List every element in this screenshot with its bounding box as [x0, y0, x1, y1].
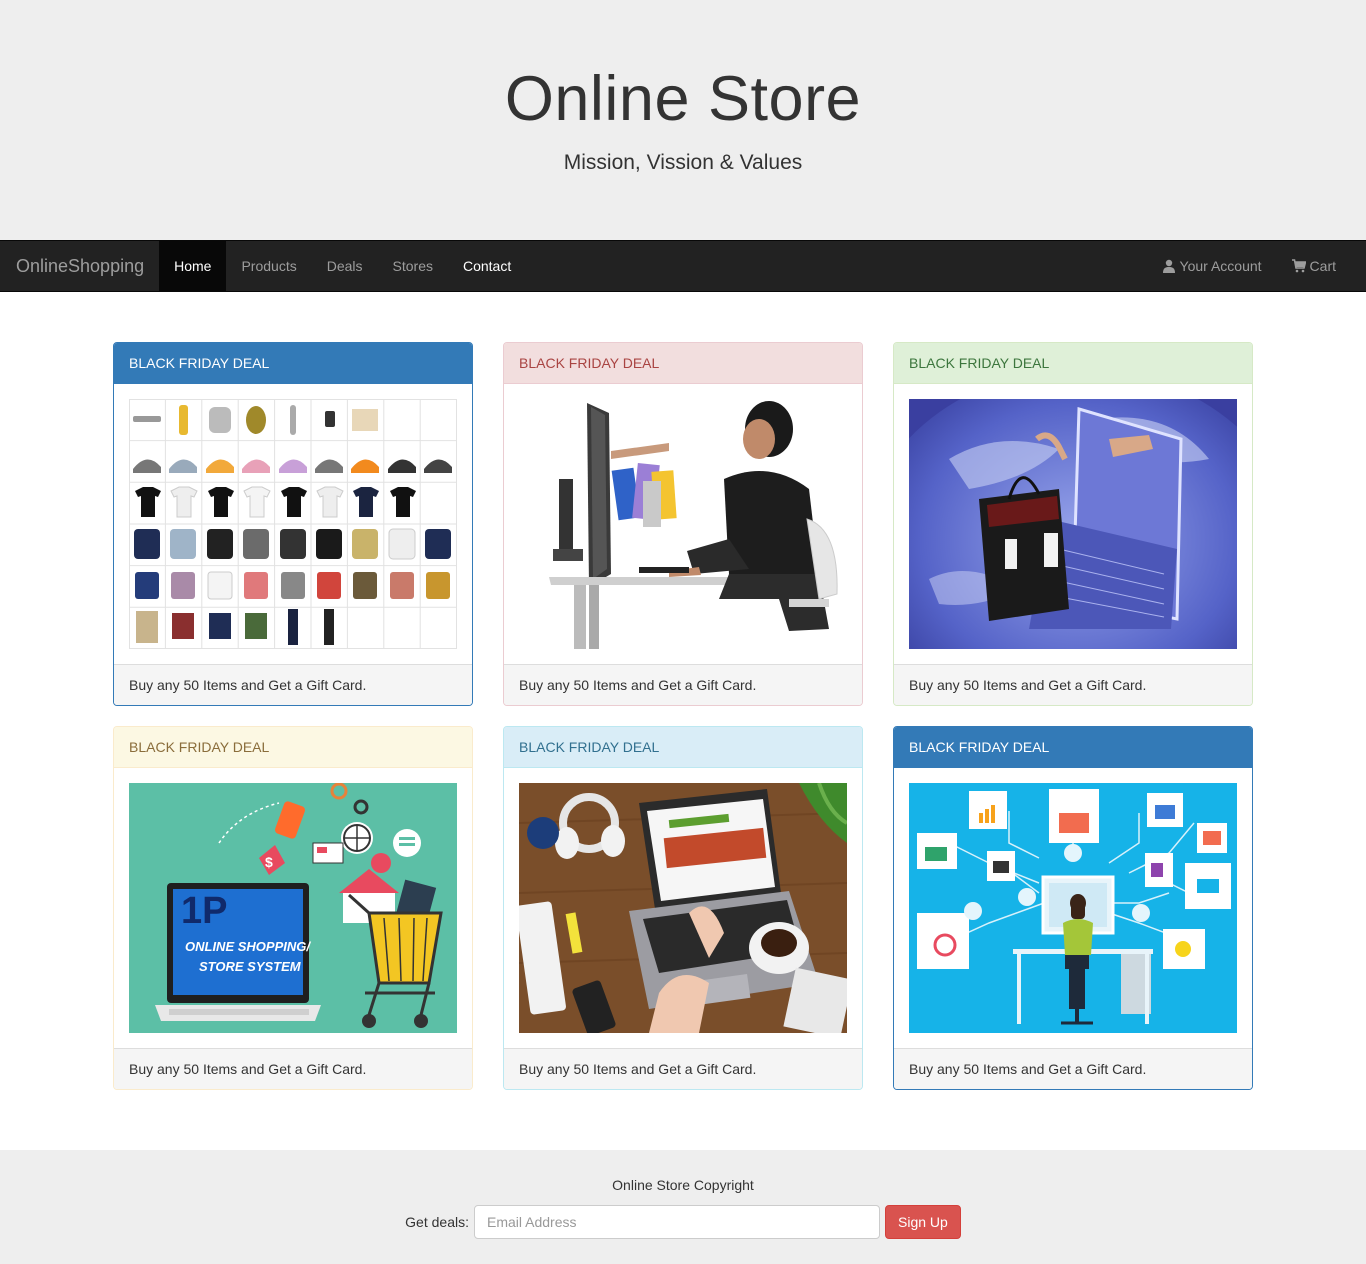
deal-panel-heading: BLACK FRIDAY DEAL — [114, 343, 472, 384]
deal-panel-body — [504, 768, 862, 1048]
deal-panel-footer: Buy any 50 Items and Get a Gift Card. — [894, 1048, 1252, 1089]
sign-up-button[interactable]: Sign Up — [885, 1205, 961, 1239]
nav-item-home[interactable]: Home — [159, 241, 227, 291]
nav-item-products[interactable]: Products — [226, 241, 311, 291]
deal-panel-heading: BLACK FRIDAY DEAL — [504, 727, 862, 768]
nav-item-contact[interactable]: Contact — [448, 241, 526, 291]
deal-panel-footer: Buy any 50 Items and Get a Gift Card. — [114, 1048, 472, 1089]
deal-panel: BLACK FRIDAY DEAL Buy any 50 Items and G… — [503, 726, 863, 1090]
globe-laptop-shopping-bag-image — [909, 399, 1237, 649]
deal-panel-body — [894, 768, 1252, 1048]
deals-row: BLACK FRIDAY DEAL 1P ONLINE SHOPPING/ ST… — [113, 726, 1253, 1090]
deal-panel: BLACK FRIDAY DEAL Buy any 50 Items and G… — [113, 342, 473, 706]
page-footer: Online Store Copyright Get deals: Sign U… — [0, 1150, 1366, 1264]
svg-text:1P: 1P — [181, 890, 227, 932]
deal-panel-heading: BLACK FRIDAY DEAL — [504, 343, 862, 384]
page-title: Online Store — [504, 64, 862, 134]
deal-panel-heading: BLACK FRIDAY DEAL — [114, 727, 472, 768]
nav-right: Your Account Cart — [1147, 241, 1366, 291]
your-account-label: Your Account — [1179, 258, 1262, 274]
cart-link[interactable]: Cart — [1277, 241, 1351, 291]
deals-row: BLACK FRIDAY DEAL Buy any 50 Items and G… — [113, 342, 1253, 706]
deal-panel: BLACK FRIDAY DEAL Buy any 50 Items and G… — [893, 726, 1253, 1090]
deal-panel-body: 1P ONLINE SHOPPING/ STORE SYSTEM $ — [114, 768, 472, 1048]
clothing-catalog-image — [129, 399, 457, 649]
deal-panel-footer: Buy any 50 Items and Get a Gift Card. — [504, 1048, 862, 1089]
deal-panel-body — [114, 384, 472, 664]
get-deals-label: Get deals: — [405, 1214, 469, 1230]
network-workstation-illustration-image — [909, 783, 1237, 1033]
woman-shopping-online-image — [519, 399, 847, 649]
deal-panel-footer: Buy any 50 Items and Get a Gift Card. — [894, 664, 1252, 705]
deal-panel-footer: Buy any 50 Items and Get a Gift Card. — [504, 664, 862, 705]
deal-panel-heading: BLACK FRIDAY DEAL — [894, 343, 1252, 384]
deal-panel: BLACK FRIDAY DEAL 1P ONLINE SHOPPING/ ST… — [113, 726, 473, 1090]
jumbotron: Online Store Mission, Vission & Values — [0, 0, 1366, 240]
navbar: OnlineShopping Home Products Deals Store… — [0, 240, 1366, 292]
deal-panel-body — [504, 384, 862, 664]
email-address-input[interactable] — [474, 1205, 880, 1239]
deals-grid: BLACK FRIDAY DEAL Buy any 50 Items and G… — [113, 342, 1253, 1110]
svg-text:$: $ — [265, 854, 273, 870]
page-subtitle: Mission, Vission & Values — [563, 151, 803, 174]
user-icon — [1162, 259, 1175, 273]
deal-panel-footer: Buy any 50 Items and Get a Gift Card. — [114, 664, 472, 705]
deal-panel-heading: BLACK FRIDAY DEAL — [894, 727, 1252, 768]
deal-panel-body — [894, 384, 1252, 664]
nav-item-stores[interactable]: Stores — [378, 241, 448, 291]
laptop-desk-workspace-image — [519, 783, 847, 1033]
navbar-brand[interactable]: OnlineShopping — [0, 241, 159, 291]
nav-menu: Home Products Deals Stores Contact — [159, 241, 526, 291]
deal-panel: BLACK FRIDAY DEAL Buy any 50 Items and G… — [893, 342, 1253, 706]
image-caption-line1: ONLINE SHOPPING/ — [185, 939, 311, 954]
shopping-cart-icon — [1291, 259, 1306, 273]
nav-item-deals[interactable]: Deals — [312, 241, 378, 291]
your-account-link[interactable]: Your Account — [1147, 241, 1277, 291]
deal-panel: BLACK FRIDAY DEAL Buy any 50 Items and G… — [503, 342, 863, 706]
cart-label: Cart — [1309, 258, 1336, 274]
image-caption-line2: STORE SYSTEM — [199, 959, 302, 974]
copyright-text: Online Store Copyright — [612, 1177, 754, 1193]
online-shopping-store-system-image: 1P ONLINE SHOPPING/ STORE SYSTEM $ — [129, 783, 457, 1033]
deals-signup-form: Get deals: Sign Up — [0, 1205, 1366, 1239]
